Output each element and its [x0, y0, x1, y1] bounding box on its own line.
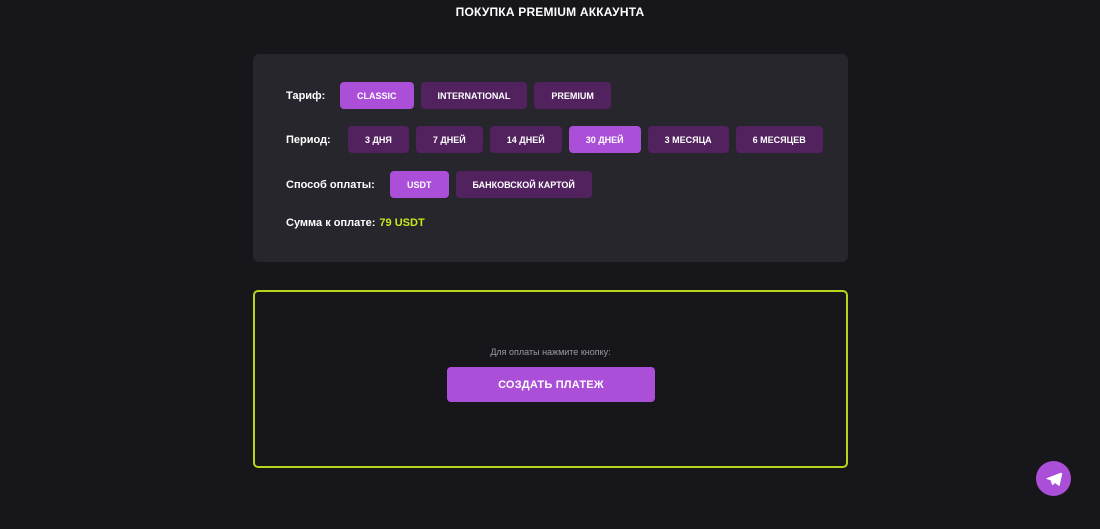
period-label: Период:: [286, 133, 331, 146]
tariff-row: Тариф: CLASSIC INTERNATIONAL PREMIUM: [286, 82, 611, 109]
payment-usdt-button[interactable]: USDT: [390, 171, 449, 198]
page: ПОКУПКА PREMIUM АККАУНТА Тариф: CLASSIC …: [0, 0, 1100, 529]
tariff-label: Тариф:: [286, 89, 326, 102]
sum-row: Сумма к оплате: 79 USDT: [286, 217, 425, 229]
payment-hint: Для оплаты нажмите кнопку:: [490, 347, 611, 357]
create-payment-button[interactable]: СОЗДАТЬ ПЛАТЕЖ: [447, 367, 655, 402]
sum-value: 79 USDT: [379, 217, 425, 229]
telegram-icon: [1046, 472, 1062, 486]
period-7-days-button[interactable]: 7 ДНЕЙ: [415, 126, 483, 153]
period-14-days-button[interactable]: 14 ДНЕЙ: [489, 126, 562, 153]
period-3-months-button[interactable]: 3 МЕСЯЦА: [647, 126, 729, 153]
sum-label: Сумма к оплате:: [286, 217, 376, 229]
payment-row: Способ оплаты: USDT БАНКОВСКОЙ КАРТОЙ: [286, 171, 592, 198]
period-row: Период: 3 ДНЯ 7 ДНЕЙ 14 ДНЕЙ 30 ДНЕЙ 3 М…: [286, 126, 823, 153]
options-card: Тариф: CLASSIC INTERNATIONAL PREMIUM Пер…: [253, 54, 848, 262]
tariff-classic-button[interactable]: CLASSIC: [340, 82, 414, 109]
tariff-international-button[interactable]: INTERNATIONAL: [420, 82, 528, 109]
period-6-months-button[interactable]: 6 МЕСЯЦЕВ: [735, 126, 823, 153]
page-title: ПОКУПКА PREMIUM АККАУНТА: [455, 5, 645, 19]
payment-box: Для оплаты нажмите кнопку: СОЗДАТЬ ПЛАТЕ…: [253, 290, 848, 468]
payment-card-button[interactable]: БАНКОВСКОЙ КАРТОЙ: [455, 171, 592, 198]
period-3-days-button[interactable]: 3 ДНЯ: [348, 126, 409, 153]
tariff-premium-button[interactable]: PREMIUM: [534, 82, 611, 109]
payment-label: Способ оплаты:: [286, 178, 375, 191]
period-30-days-button[interactable]: 30 ДНЕЙ: [568, 126, 641, 153]
telegram-button[interactable]: [1036, 461, 1071, 496]
